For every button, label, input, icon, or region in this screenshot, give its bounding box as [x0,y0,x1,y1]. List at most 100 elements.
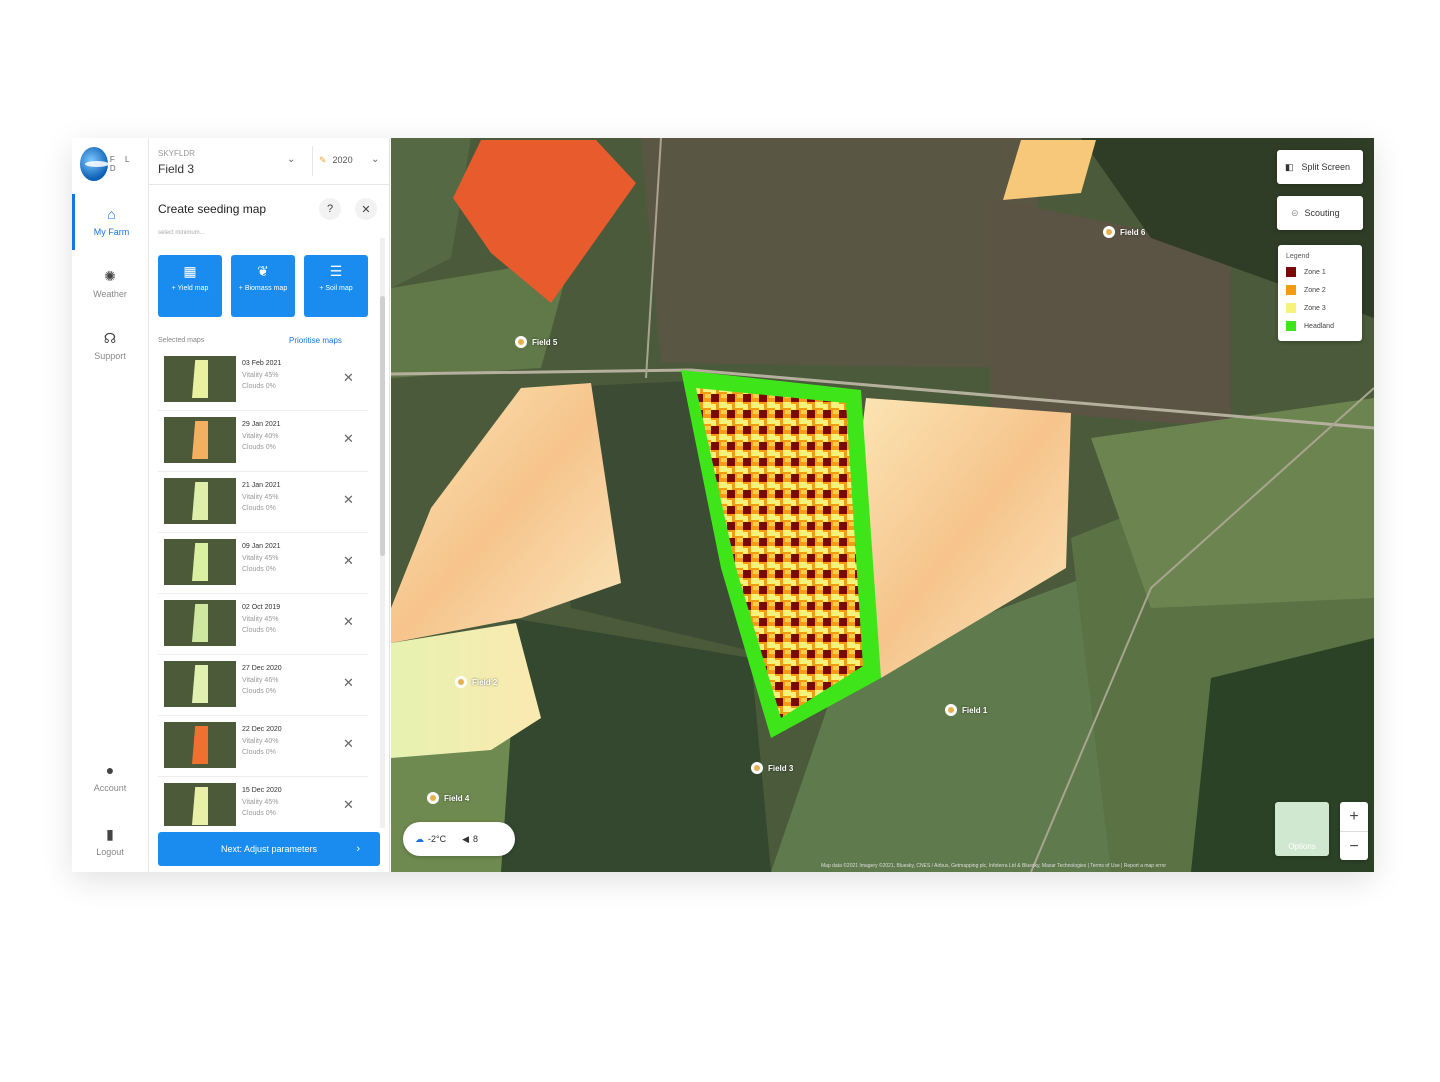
help-icon[interactable]: ? [319,198,341,220]
map-thumbnail [164,783,236,826]
list-item[interactable]: 29 Jan 2021 Vitality 40% Clouds 0% ✕ [158,411,368,472]
remove-map-close-icon[interactable]: ✕ [343,736,354,752]
next-adjust-parameters-button[interactable]: Next: Adjust parameters › [158,832,380,866]
field-pin-icon [945,704,957,716]
headset-icon: ☊ [103,330,117,346]
map-clouds: Clouds 0% [242,749,276,756]
map-thumbnail [164,417,236,463]
map-date: 03 Feb 2021 [242,360,282,367]
nav-account-label: Account [93,783,127,793]
legend-zone-2: Zone 2 [1286,285,1326,295]
prioritise-maps-link[interactable]: Prioritise maps [289,336,342,345]
list-item[interactable]: 03 Feb 2021 Vitality 45% Clouds 0% ✕ [158,350,368,411]
map-vitality: Vitality 46% [242,677,279,684]
remove-map-close-icon[interactable]: ✕ [343,614,354,630]
split-screen-button[interactable]: ◧ Split Screen [1277,150,1363,184]
field-selector[interactable]: SKYFLDR Field 3 ⌄ ✎2020 ⌄ ‹ [149,138,408,185]
map-thumbnail [164,478,236,524]
selected-maps-label: Selected maps [158,337,205,344]
list-item[interactable]: 27 Dec 2020 Vitality 46% Clouds 0% ✕ [158,655,368,716]
zoom-controls: + − [1340,802,1368,860]
map-date: 22 Dec 2020 [242,726,282,733]
nav-weather[interactable]: ✺ Weather [72,256,148,312]
remove-map-close-icon[interactable]: ✕ [343,553,354,569]
map-date: 21 Jan 2021 [242,482,281,489]
map-vitality: Vitality 45% [242,799,279,806]
list-item[interactable]: 15 Dec 2020 Vitality 45% Clouds 0% ✕ [158,777,368,826]
field-label-3[interactable]: Field 3 [751,762,793,774]
field-label-1[interactable]: Field 1 [945,704,987,716]
layers-icon: ☰ [329,263,343,279]
map-vitality: Vitality 45% [242,494,279,501]
add-soil-map-label: + Soil map [319,285,353,292]
toggle-switch-icon: ⊝ [1291,207,1299,218]
scouting-toggle[interactable]: ⊝ Scouting [1277,196,1363,230]
satellite-map[interactable]: ◧ Split Screen ⊝ Scouting Legend Zone 1 … [391,138,1374,872]
map-vitality: Vitality 45% [242,555,279,562]
remove-map-close-icon[interactable]: ✕ [343,492,354,508]
scrollbar-thumb[interactable] [380,296,385,556]
map-thumbnail [164,600,236,646]
zoom-in-button[interactable]: + [1340,802,1368,831]
map-clouds: Clouds 0% [242,566,276,573]
nav-support-label: Support [94,351,126,361]
legend-title: Legend [1286,253,1310,260]
panel-subtitle: select minimum... [158,230,205,236]
year-value: 2020 [332,155,353,165]
map-legend: Legend Zone 1 Zone 2 Zone 3 Headland [1278,245,1362,341]
remove-map-close-icon[interactable]: ✕ [343,370,354,386]
nav-account[interactable]: ● Account [72,750,148,806]
map-date: 29 Jan 2021 [242,421,281,428]
field-chevron-down-icon[interactable]: ⌄ [287,154,295,165]
options-label: Options [1288,842,1316,851]
panel-title: Create seeding map [158,202,267,216]
map-attribution: Map data ©2021 Imagery ©2021, Bluesky, C… [821,863,1167,869]
nav-logout-label: Logout [96,847,124,857]
list-item[interactable]: 02 Oct 2019 Vitality 45% Clouds 0% ✕ [158,594,368,655]
map-date: 09 Jan 2021 [242,543,281,550]
map-vitality: Vitality 40% [242,738,279,745]
panel-scrollbar[interactable] [380,238,385,828]
weather-widget[interactable]: ☁ -2°C ◀ 8 [403,822,515,856]
field-label-5[interactable]: Field 5 [515,336,557,348]
year-selector[interactable]: ✎ 2020 [319,155,353,166]
seeding-panel: SKYFLDR Field 3 ⌄ ✎2020 ⌄ ‹ Create seedi… [149,138,408,872]
field-label-6[interactable]: Field 6 [1103,226,1145,238]
list-item[interactable]: 22 Dec 2020 Vitality 40% Clouds 0% ✕ [158,716,368,777]
remove-map-close-icon[interactable]: ✕ [343,431,354,447]
legend-zone-1: Zone 1 [1286,267,1326,277]
map-clouds: Clouds 0% [242,627,276,634]
legend-zone-3: Zone 3 [1286,303,1326,313]
yield-icon: ▦ [183,263,197,279]
field-selector-label: SKYFLDR [158,149,195,158]
nav-my-farm[interactable]: ⌂ My Farm [72,194,148,250]
add-soil-map-button[interactable]: ☰ + Soil map [304,255,368,317]
remove-map-close-icon[interactable]: ✕ [343,675,354,691]
user-icon: ● [105,762,115,778]
legend-headland: Headland [1286,321,1334,331]
field-pin-icon [751,762,763,774]
add-yield-map-button[interactable]: ▦ + Yield map [158,255,222,317]
close-icon[interactable]: ✕ [355,198,377,220]
field-label-4[interactable]: Field 4 [427,792,469,804]
list-item[interactable]: 09 Jan 2021 Vitality 45% Clouds 0% ✕ [158,533,368,594]
map-thumbnail [164,661,236,707]
list-item[interactable]: 21 Jan 2021 Vitality 45% Clouds 0% ✕ [158,472,368,533]
home-icon: ⌂ [107,206,116,222]
remove-map-close-icon[interactable]: ✕ [343,797,354,813]
map-vitality: Vitality 40% [242,433,279,440]
map-thumbnail [164,356,236,402]
field-pin-icon [427,792,439,804]
logo-text: F L D [109,155,134,173]
year-chevron-down-icon[interactable]: ⌄ [371,154,379,165]
add-biomass-map-button[interactable]: ❦ + Biomass map [231,255,295,317]
map-clouds: Clouds 0% [242,444,276,451]
logo: F L D [80,144,142,184]
nav-support[interactable]: ☊ Support [72,318,148,374]
add-biomass-map-label: + Biomass map [238,285,288,292]
zoom-out-button[interactable]: − [1340,832,1368,861]
field-pin-icon [1103,226,1115,238]
nav-logout[interactable]: ▮ Logout [72,814,148,870]
options-button[interactable]: Options [1275,802,1329,856]
field-label-2[interactable]: Field 2 [455,676,497,688]
